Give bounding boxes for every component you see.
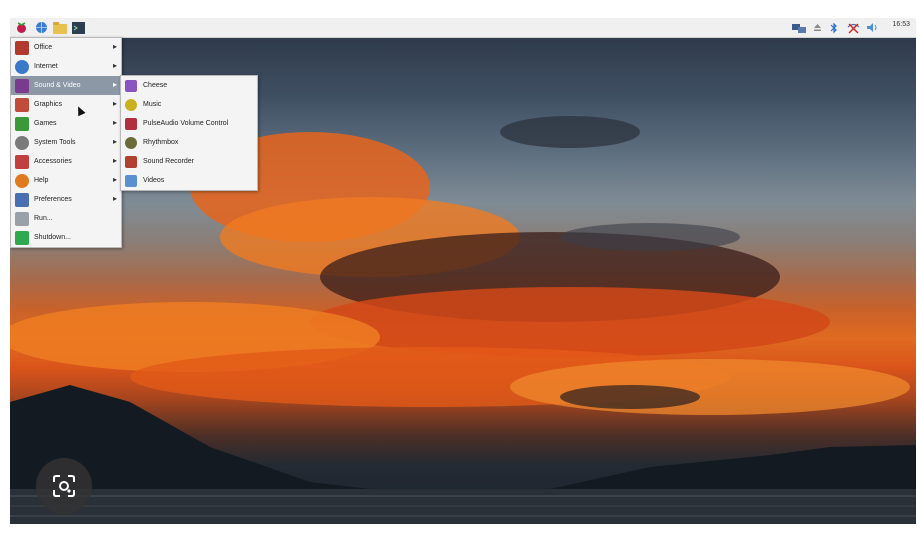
- lens-search-button[interactable]: [36, 458, 92, 514]
- chevron-right-icon: ▸: [112, 118, 117, 127]
- taskbar: 16:53: [10, 18, 916, 38]
- desktop-screen: 16:53 Office ▸ Internet ▸ Sound & Video …: [10, 18, 916, 524]
- sound-video-icon: [15, 78, 29, 93]
- file-manager-icon[interactable]: [52, 20, 67, 35]
- videos-icon: [125, 174, 137, 187]
- menu-item-label: Games: [34, 120, 57, 127]
- sound-recorder-icon: [125, 155, 137, 168]
- menu-item-label: Help: [34, 177, 49, 184]
- menu-item-label: Run...: [34, 215, 53, 222]
- submenu-item-label: Sound Recorder: [143, 158, 194, 165]
- menu-item-label: Office: [34, 44, 53, 51]
- graphics-icon: [15, 97, 29, 112]
- menu-item-internet[interactable]: Internet ▸: [11, 57, 121, 76]
- submenu-item-music[interactable]: Music: [121, 95, 257, 114]
- submenu-item-videos[interactable]: Videos: [121, 171, 257, 190]
- menu-item-shutdown[interactable]: Shutdown...: [11, 228, 121, 247]
- chevron-right-icon: ▸: [112, 175, 117, 184]
- chevron-right-icon: ▸: [112, 156, 117, 165]
- clock[interactable]: 16:53: [892, 21, 910, 28]
- chevron-right-icon: ▸: [112, 80, 117, 89]
- submenu-item-pulseaudio[interactable]: PulseAudio Volume Control: [121, 114, 257, 133]
- menu-item-label: Preferences: [34, 196, 72, 203]
- raspberry-icon[interactable]: [14, 20, 29, 35]
- menu-item-label: Accessories: [34, 158, 72, 165]
- volume-icon[interactable]: [865, 20, 879, 35]
- terminal-icon[interactable]: [71, 20, 86, 35]
- sound-video-submenu: Cheese Music PulseAudio Volume Control R…: [120, 75, 258, 191]
- preferences-icon: [15, 192, 29, 207]
- menu-item-label: Graphics: [34, 101, 63, 108]
- menu-item-label: Internet: [34, 63, 58, 70]
- submenu-item-label: Rhythmbox: [143, 139, 179, 146]
- menu-item-label: System Tools: [34, 139, 76, 146]
- web-browser-icon[interactable]: [34, 20, 49, 35]
- chevron-right-icon: ▸: [112, 99, 117, 108]
- menu-item-preferences[interactable]: Preferences ▸: [11, 190, 121, 209]
- menu-item-accessories[interactable]: Accessories ▸: [11, 152, 121, 171]
- lens-icon: [53, 475, 75, 497]
- wifi-off-icon[interactable]: [846, 20, 860, 35]
- submenu-item-rhythmbox[interactable]: Rhythmbox: [121, 133, 257, 152]
- rhythmbox-icon: [125, 136, 137, 149]
- menu-item-games[interactable]: Games ▸: [11, 114, 121, 133]
- pulseaudio-icon: [125, 117, 137, 130]
- menu-item-graphics[interactable]: Graphics ▸: [11, 95, 121, 114]
- run-icon: [15, 211, 29, 226]
- chevron-right-icon: ▸: [112, 137, 117, 146]
- applications-menu: Office ▸ Internet ▸ Sound & Video ▸ Grap…: [10, 37, 122, 248]
- games-icon: [15, 116, 29, 131]
- menu-item-label: Sound & Video: [34, 82, 81, 89]
- accessories-icon: [15, 154, 29, 169]
- submenu-item-label: Videos: [143, 177, 165, 184]
- menu-item-office[interactable]: Office ▸: [11, 38, 121, 57]
- submenu-item-sound-recorder[interactable]: Sound Recorder: [121, 152, 257, 171]
- bluetooth-icon[interactable]: [828, 20, 840, 35]
- menu-item-label: Shutdown...: [34, 234, 71, 241]
- submenu-item-label: Cheese: [143, 82, 168, 89]
- menu-item-system-tools[interactable]: System Tools ▸: [11, 133, 121, 152]
- shutdown-icon: [15, 230, 29, 245]
- music-icon: [125, 98, 137, 111]
- chevron-right-icon: ▸: [112, 42, 117, 51]
- submenu-item-cheese[interactable]: Cheese: [121, 76, 257, 95]
- menu-item-help[interactable]: Help ▸: [11, 171, 121, 190]
- internet-icon: [15, 59, 29, 74]
- submenu-item-label: PulseAudio Volume Control: [143, 120, 229, 127]
- menu-item-sound-video[interactable]: Sound & Video ▸: [11, 76, 121, 95]
- submenu-item-label: Music: [143, 101, 162, 108]
- chevron-right-icon: ▸: [112, 194, 117, 203]
- cheese-icon: [125, 79, 137, 92]
- office-icon: [15, 40, 29, 55]
- eject-icon[interactable]: [812, 20, 822, 35]
- chevron-right-icon: ▸: [112, 61, 117, 70]
- network-icon[interactable]: [791, 20, 807, 35]
- help-icon: [15, 173, 29, 188]
- menu-item-run[interactable]: Run...: [11, 209, 121, 228]
- system-tools-icon: [15, 135, 29, 150]
